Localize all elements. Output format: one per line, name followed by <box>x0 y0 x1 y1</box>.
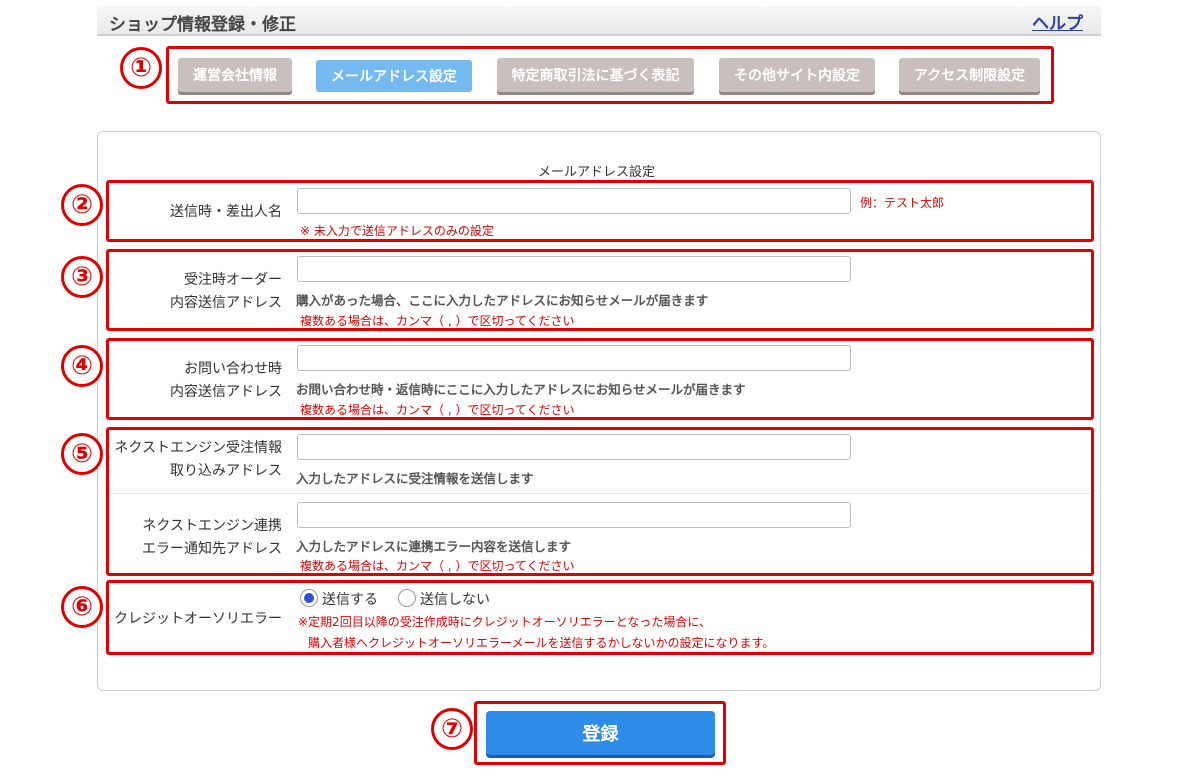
radio-send-label[interactable]: 送信する <box>322 589 378 609</box>
ne-error-desc: 入力したアドレスに連携エラー内容を送信します <box>296 539 572 554</box>
section-title: メールアドレス設定 <box>538 165 656 180</box>
ne-error-label-line1: ネクストエンジン連携 <box>142 518 282 534</box>
order-label-line2: 内容送信アドレス <box>170 295 282 311</box>
register-button[interactable]: 登録 <box>486 711 715 755</box>
radio-no-send[interactable] <box>398 589 416 607</box>
order-label-line1: 受注時オーダー <box>184 272 282 288</box>
marker-7: ⑦ <box>431 708 473 750</box>
marker-4: ④ <box>61 345 103 387</box>
radio-no-send-label[interactable]: 送信しない <box>420 589 490 609</box>
ne-error-note: 複数ある場合は、カンマ（ , ）で区切ってください <box>300 559 575 573</box>
inquiry-desc: お問い合わせ時・返信時にここに入力したアドレスにお知らせメールが届きます <box>296 382 746 397</box>
marker-1: ① <box>120 47 162 89</box>
radio-selected-dot <box>304 593 314 603</box>
tab-commercial-law[interactable]: 特定商取引法に基づく表記 <box>497 58 694 92</box>
tab-other-site-settings[interactable]: その他サイト内設定 <box>719 58 875 92</box>
inquiry-note: 複数ある場合は、カンマ（ , ）で区切ってください <box>300 403 575 417</box>
tab-access-restriction[interactable]: アクセス制限設定 <box>899 58 1040 92</box>
page-title: ショップ情報登録・修正 <box>109 15 296 35</box>
order-note: 複数ある場合は、カンマ（ , ）で区切ってください <box>300 314 575 328</box>
sender-example: 例：テスト太郎 <box>860 196 945 210</box>
order-desc: 購入があった場合、ここに入力したアドレスにお知らせメールが届きます <box>296 293 709 308</box>
credit-note-line2: 購入者様へクレジットオーソリエラーメールを送信するかしないかの設定になります。 <box>308 636 775 650</box>
order-address-input[interactable] <box>297 256 851 282</box>
tab-company-info[interactable]: 運営会社情報 <box>178 58 292 92</box>
inquiry-label-line2: 内容送信アドレス <box>170 384 282 400</box>
help-link[interactable]: ヘルプ <box>1032 9 1083 34</box>
sender-label: 送信時・差出人名 <box>170 204 282 220</box>
ne-error-address-input[interactable] <box>297 502 851 528</box>
marker-2: ② <box>61 184 103 226</box>
marker-3: ③ <box>61 256 103 298</box>
page-header: ショップ情報登録・修正 ヘルプ <box>97 6 1101 36</box>
ne-import-label-line1: ネクストエンジン受注情報 <box>114 440 282 456</box>
credit-label: クレジットオーソリエラー <box>114 611 282 627</box>
tab-email-settings[interactable]: メールアドレス設定 <box>316 60 472 92</box>
ne-import-label-line2: 取り込みアドレス <box>170 463 282 479</box>
row-divider <box>110 493 1090 494</box>
marker-6: ⑥ <box>61 586 103 628</box>
marker-5: ⑤ <box>61 433 103 475</box>
credit-note-line1: ※定期2回目以降の受注作成時にクレジットオーソリエラーとなった場合に、 <box>298 615 711 629</box>
ne-error-label-line2: エラー通知先アドレス <box>142 541 282 557</box>
inquiry-label-line1: お問い合わせ時 <box>184 361 282 377</box>
ne-import-address-input[interactable] <box>297 434 851 460</box>
radio-send[interactable] <box>300 589 318 607</box>
sender-name-input[interactable] <box>297 188 851 214</box>
sender-note: ※ 未入力で送信アドレスのみの設定 <box>300 224 494 238</box>
inquiry-address-input[interactable] <box>297 345 851 371</box>
ne-import-desc: 入力したアドレスに受注情報を送信します <box>296 471 534 486</box>
